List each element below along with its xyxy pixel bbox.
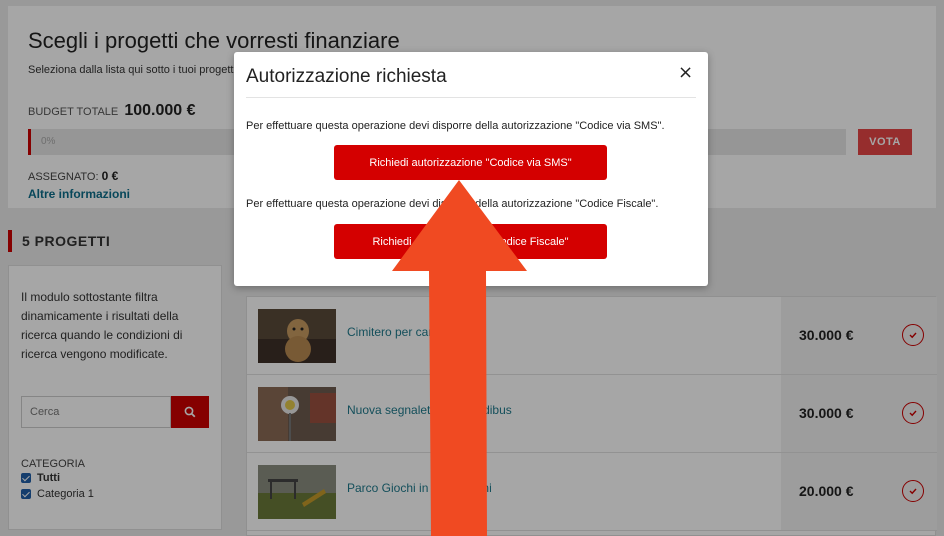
fiscal-code-auth-text: Per effettuare questa operazione devi di… [246, 198, 659, 210]
modal-divider [246, 97, 696, 98]
request-sms-auth-button[interactable]: Richiedi autorizzazione "Codice via SMS" [334, 145, 607, 180]
close-icon[interactable]: × [678, 64, 693, 82]
request-fiscal-code-auth-button[interactable]: Richiedi autorizzazione "Codice Fiscale" [334, 224, 607, 259]
authorization-modal: Autorizzazione richiesta × Per effettuar… [234, 52, 708, 286]
sms-auth-text: Per effettuare questa operazione devi di… [246, 120, 665, 132]
modal-title: Autorizzazione richiesta [246, 66, 447, 87]
